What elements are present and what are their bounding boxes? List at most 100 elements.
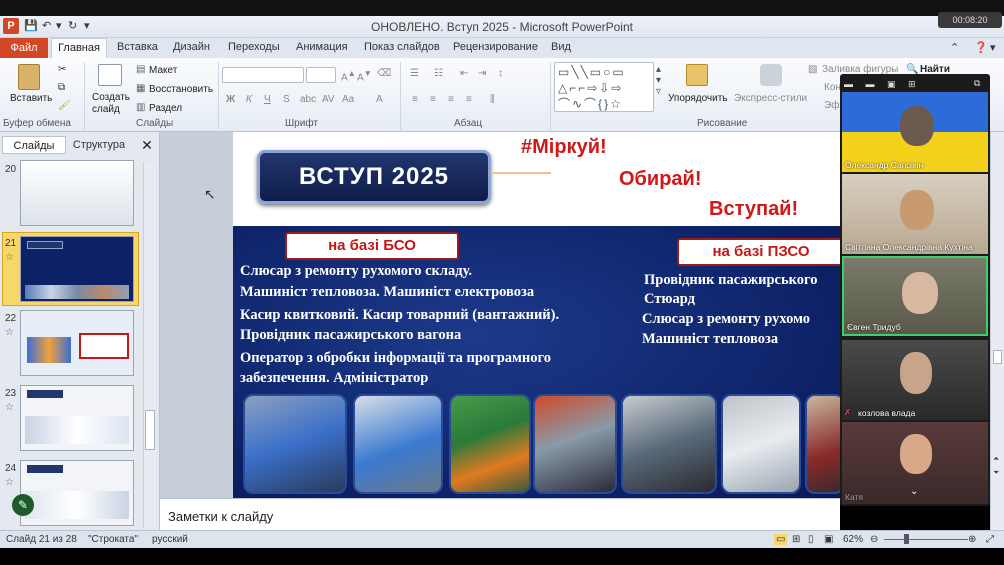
thumbnails-scroll-thumb[interactable] [145,410,155,450]
italic-icon[interactable]: К [246,94,252,105]
slide-thumbnail-24[interactable] [20,460,134,526]
next-slide-icon[interactable]: ⏷ [993,468,999,478]
underline-icon[interactable]: Ч [264,94,271,105]
participant-tile-active[interactable]: Євген Тридуб [842,256,988,336]
transition-star-icon: ☆ [5,252,14,263]
previous-slide-icon[interactable]: ⏶ [993,454,999,464]
tab-slideshow[interactable]: Показ слайдов [364,41,440,53]
shapes-gallery-more-icon[interactable]: ▴ ▾ ▿ [656,64,661,97]
slide-thumbnail-22[interactable] [20,310,134,376]
mouse-cursor-icon: ↖ [204,186,216,202]
align-left-icon[interactable]: ≡ [412,94,418,105]
arrange-button[interactable]: Упорядочить [668,93,728,104]
zoom-in-icon[interactable]: ⊕ [968,534,976,545]
align-center-icon[interactable]: ≡ [430,94,436,105]
participant-tile[interactable]: ⌄ Катя [842,422,988,504]
font-family-select[interactable] [222,67,304,83]
justify-icon[interactable]: ≡ [466,94,472,105]
tab-design[interactable]: Дизайн [173,41,210,53]
participant-video [902,272,938,314]
video-panel-toolbar[interactable]: ▬ ▬ ▣ ⊞ [844,79,921,90]
ribbon-separator [550,62,551,130]
shrink-font-icon[interactable]: A▼ [357,68,372,83]
cut-icon[interactable]: ✂ [58,64,66,75]
pen-annotation-icon[interactable]: ✎ [12,494,34,516]
current-slide[interactable]: ВСТУП 2025 #Міркуй! Обирай! Вступай! на … [233,132,840,498]
paste-button[interactable]: Вставить [10,93,52,104]
notes-pane[interactable]: Заметки к слайду [160,498,840,530]
slide-sorter-icon[interactable]: ⊞ [792,534,800,545]
paste-icon[interactable] [18,64,40,90]
zoom-slider-handle[interactable] [904,534,909,544]
tab-transitions[interactable]: Переходы [228,41,280,53]
slogan-enter: Вступай! [709,198,799,220]
recording-timer: 00:08:20 [938,12,1002,28]
thumbnails-scrollbar[interactable] [143,162,156,528]
help-icon[interactable]: ❓ [974,41,988,54]
tab-outline-panel[interactable]: Структура [68,136,130,154]
participant-tile[interactable]: Світлана Олександрівна Кухтіна [842,174,988,254]
grow-font-icon[interactable]: A▲ [341,68,356,83]
shape-outline-button[interactable]: Кон [824,82,841,93]
minimize-ribbon-icon[interactable]: ⌃ [950,41,959,54]
bold-icon[interactable]: Ж [226,94,235,105]
case-icon[interactable]: Aa [342,94,354,105]
tab-insert[interactable]: Вставка [117,41,158,53]
slide-thumbnail-20[interactable] [20,160,134,226]
tab-file[interactable]: Файл [0,38,48,58]
close-panel-icon[interactable]: ✕ [138,136,156,154]
clear-format-icon[interactable]: ⌫ [377,68,391,79]
language-indicator[interactable]: русский [152,534,188,545]
tab-animation[interactable]: Анимация [296,41,348,53]
zoom-out-icon[interactable]: ⊖ [870,534,878,545]
zoom-level[interactable]: 62% [843,534,863,545]
tab-view[interactable]: Вид [551,41,571,53]
editor-scroll-thumb[interactable] [993,350,1002,364]
new-slide-icon[interactable] [98,64,122,86]
indent-icon[interactable]: ⇤ [460,68,468,79]
job-line: забезпечення. Адміністратор [240,370,429,386]
spacing-icon[interactable]: AV [322,94,335,105]
tab-slides-panel[interactable]: Слайды [2,136,66,154]
copy-icon[interactable]: ⧉ [58,82,65,93]
layout-button[interactable]: Макет [149,65,177,76]
zoom-slider-track[interactable] [884,539,968,540]
fit-to-window-icon[interactable]: ⤢ [986,534,994,545]
editor-vertical-scrollbar[interactable]: ⏶ ⏷ [990,132,1004,530]
line-spacing-icon[interactable]: ↕ [498,68,503,79]
participant-tile[interactable]: ✗ козлова влада [842,340,988,420]
participant-name: Катя [845,492,863,502]
reset-button[interactable]: Восстановить [149,84,213,95]
font-color-icon[interactable]: A [376,94,383,105]
slide-thumbnail-23[interactable] [20,385,134,451]
video-panel-expand-icon[interactable]: ⧉ [974,78,980,89]
format-painter-icon[interactable]: 🖌 [58,100,71,111]
tab-review[interactable]: Рецензирование [453,41,538,53]
slide-number: 22 [5,313,17,324]
bullets-icon[interactable]: ☰ [410,68,419,79]
shadow-icon[interactable]: S [283,94,290,105]
tab-home[interactable]: Главная [51,38,107,59]
slideshow-view-icon[interactable]: ▣ [824,534,833,545]
font-size-select[interactable] [306,67,336,83]
slide-number: 24 [5,463,17,474]
scroll-down-icon[interactable]: ⌄ [910,486,918,497]
reading-view-icon[interactable]: ▯ [808,534,814,545]
outdent-icon[interactable]: ⇥ [478,68,486,79]
normal-view-icon[interactable]: ▭ [774,534,788,545]
strikethrough-icon[interactable]: abc [300,94,316,105]
participant-tile[interactable]: Олександр Сапрікін [842,92,988,172]
section-button[interactable]: Раздел [149,103,182,114]
create-slide-button[interactable]: Создать слайд [92,92,132,116]
shapes-gallery[interactable]: ▭╲╲▭○▭ △⌐⌐⇨⇩⇨ ⌒∿⌒{}☆ [554,62,654,112]
align-right-icon[interactable]: ≡ [448,94,454,105]
columns-icon[interactable]: ⫼ [490,94,495,105]
shape-effects-button[interactable]: Эф [824,100,839,111]
thumbnail-people [27,337,71,363]
ribbon-options-icon[interactable]: ▾ [990,41,996,54]
slide-thumbnail-21[interactable] [20,236,134,302]
slide-number: 20 [5,164,17,175]
quick-styles-button[interactable]: Экспресс-стили [734,93,807,104]
numbering-icon[interactable]: ☷ [434,68,443,79]
job-line: Машиніст тепловоза. Машиніст електровоза [240,284,535,300]
